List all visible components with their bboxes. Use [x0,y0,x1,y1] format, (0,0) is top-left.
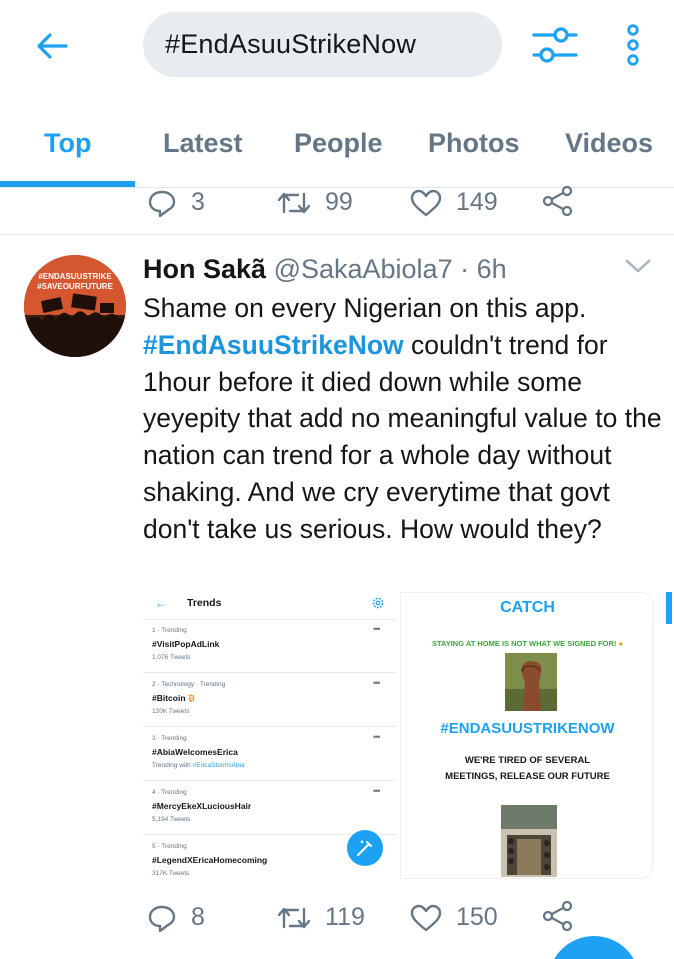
author-avatar[interactable]: #ENDASUUSTRIKE #SAVEOURFUTURE [24,255,126,357]
trend-more-icon: ••• [373,786,381,796]
tweet-hashtag-link[interactable]: #EndAsuuStrikeNow [143,330,404,360]
trends-title: Trends [187,597,222,609]
share-icon [542,901,573,931]
retweet-count: 99 [325,188,353,216]
author-handle[interactable]: @SakaAbiola7 [274,254,453,284]
trend-name: #AbiaWelcomesErica [152,747,238,757]
search-filter-button[interactable] [530,22,580,68]
like-button[interactable]: 150 [410,903,498,932]
trend-meta: 2 · Technology · Trending [152,681,226,688]
like-count: 150 [456,903,498,931]
bitcoin-icon: ₿ [187,693,195,703]
compose-fab [347,830,383,866]
more-options-button[interactable] [618,22,648,68]
previous-tweet-actions: 3 99 149 [0,186,674,235]
trend-count-prefix: Trending with [152,762,193,769]
trend-meta: 4 · Trending [152,789,187,796]
tab-people[interactable]: People [294,128,383,159]
compose-icon [357,839,372,856]
trend-meta: 1 · Trending [152,627,187,634]
retweet-button[interactable]: 119 [277,903,365,932]
tweet-time: · 6h [460,254,507,284]
like-heart-icon [410,189,442,216]
tab-videos[interactable]: Videos [565,128,653,159]
trend-meta: 3 · Trending [152,735,187,742]
trend-count: 1,076 Tweets [152,654,191,661]
share-icon [542,186,573,216]
trend-name: #Bitcoin ₿ [152,693,195,703]
reply-button[interactable]: 3 [147,188,205,217]
filter-sliders-icon [532,27,578,63]
pleading-face-icon: ● [618,639,624,648]
reply-icon [148,905,176,932]
like-heart-icon [410,904,442,931]
meeting-room-photo [501,805,557,877]
tweet-menu-button[interactable] [624,256,652,276]
tweet-header: Hon Sakã @SakaAbiola7 · 6h [143,254,507,285]
tweet-text-part-1: Shame on every Nigerian on this app. [143,293,587,323]
trend-count: 317K Tweets [152,870,190,877]
tweet-media-trends-screenshot[interactable]: ← Trends 1 · Trending #VisitPopAdLink 1,… [143,592,396,879]
reply-count: 3 [191,188,205,216]
retweet-icon [277,192,311,213]
trend-related-link: #EricaStormsAbia [192,762,245,769]
avatar-text-1: #ENDASUUSTRIKE [38,272,112,281]
avatar-text-2: #SAVEOURFUTURE [37,282,114,291]
trend-more-icon: ••• [373,624,381,634]
tab-top[interactable]: Top [44,128,91,159]
poster-body: WE'RE TIRED OF SEVERAL MEETINGS, RELEASE… [445,755,610,782]
search-input[interactable]: #EndAsuuStrikeNow [143,12,502,77]
tweet-text-part-2: couldn't trend for 1hour before it died … [143,329,662,544]
trend-count: 5,194 Tweets [152,816,191,823]
reply-icon [148,190,176,217]
tab-latest[interactable]: Latest [163,128,243,159]
trend-count: 120K Tweets [152,708,190,715]
search-tabs: Top Latest People Photos Videos [0,92,674,188]
search-query: #EndAsuuStrikeNow [165,29,417,59]
retweet-count: 119 [325,903,365,931]
poster-subtitle-text: STAYING AT HOME IS NOT WHAT WE SIGNED FO… [431,639,617,648]
chevron-down-icon [625,259,651,273]
trend-more-icon: ••• [373,678,381,688]
trend-item: 4 · Trending #MercyEkeXLuciousHair 5,194… [143,782,396,835]
trend-count: Trending with #EricaStormsAbia [152,762,245,769]
trend-meta: 5 · Trending [152,843,187,850]
media-scroll-indicator [666,592,672,624]
trend-item: 2 · Technology · Trending #Bitcoin ₿ 120… [143,674,396,727]
trend-name-text: #Bitcoin [152,693,186,703]
poster-subtitle: STAYING AT HOME IS NOT WHAT WE SIGNED FO… [401,639,652,648]
back-arrow-icon [37,33,68,59]
tab-photos[interactable]: Photos [428,128,520,159]
like-button[interactable]: 149 [410,188,498,217]
like-count: 149 [456,188,498,216]
author-name[interactable]: Hon Sakã [143,254,266,284]
settings-gear-icon [372,597,384,609]
reply-count: 8 [191,903,205,931]
trends-header: ← Trends [143,592,396,620]
trends-back-arrow-icon: ← [155,596,167,610]
tweet-actions: 8 119 150 [0,890,674,946]
poster-title: CATCH [500,599,555,616]
trend-item: 3 · Trending #AbiaWelcomesErica Trending… [143,728,396,781]
poster-hashtag: #ENDASUUSTRIKENOW [440,720,615,737]
back-button[interactable] [30,24,74,68]
tweet-text: Shame on every Nigerian on this app. #En… [143,290,663,548]
share-button[interactable] [542,901,574,931]
protest-poster-image: #ENDASUUSTRIKE #SAVEOURFUTURE [24,255,126,357]
more-vertical-icon [627,24,639,66]
trend-more-icon: ••• [373,732,381,742]
tweet-media-poster[interactable]: CATCH STAYING AT HOME IS NOT WHAT WE SIG… [400,592,653,879]
trend-name: #VisitPopAdLink [152,639,220,649]
raised-fist-photo [505,653,557,711]
active-tab-indicator [0,181,135,187]
trend-name: #MercyEkeXLuciousHair [152,801,252,811]
trend-name: #LegendXEricaHomecoming [152,855,268,865]
trend-item: 1 · Trending #VisitPopAdLink 1,076 Tweet… [143,620,396,673]
top-bar: #EndAsuuStrikeNow [0,0,674,92]
reply-button[interactable]: 8 [147,903,205,932]
retweet-icon [277,907,311,928]
share-button[interactable] [542,186,574,216]
retweet-button[interactable]: 99 [277,188,353,217]
